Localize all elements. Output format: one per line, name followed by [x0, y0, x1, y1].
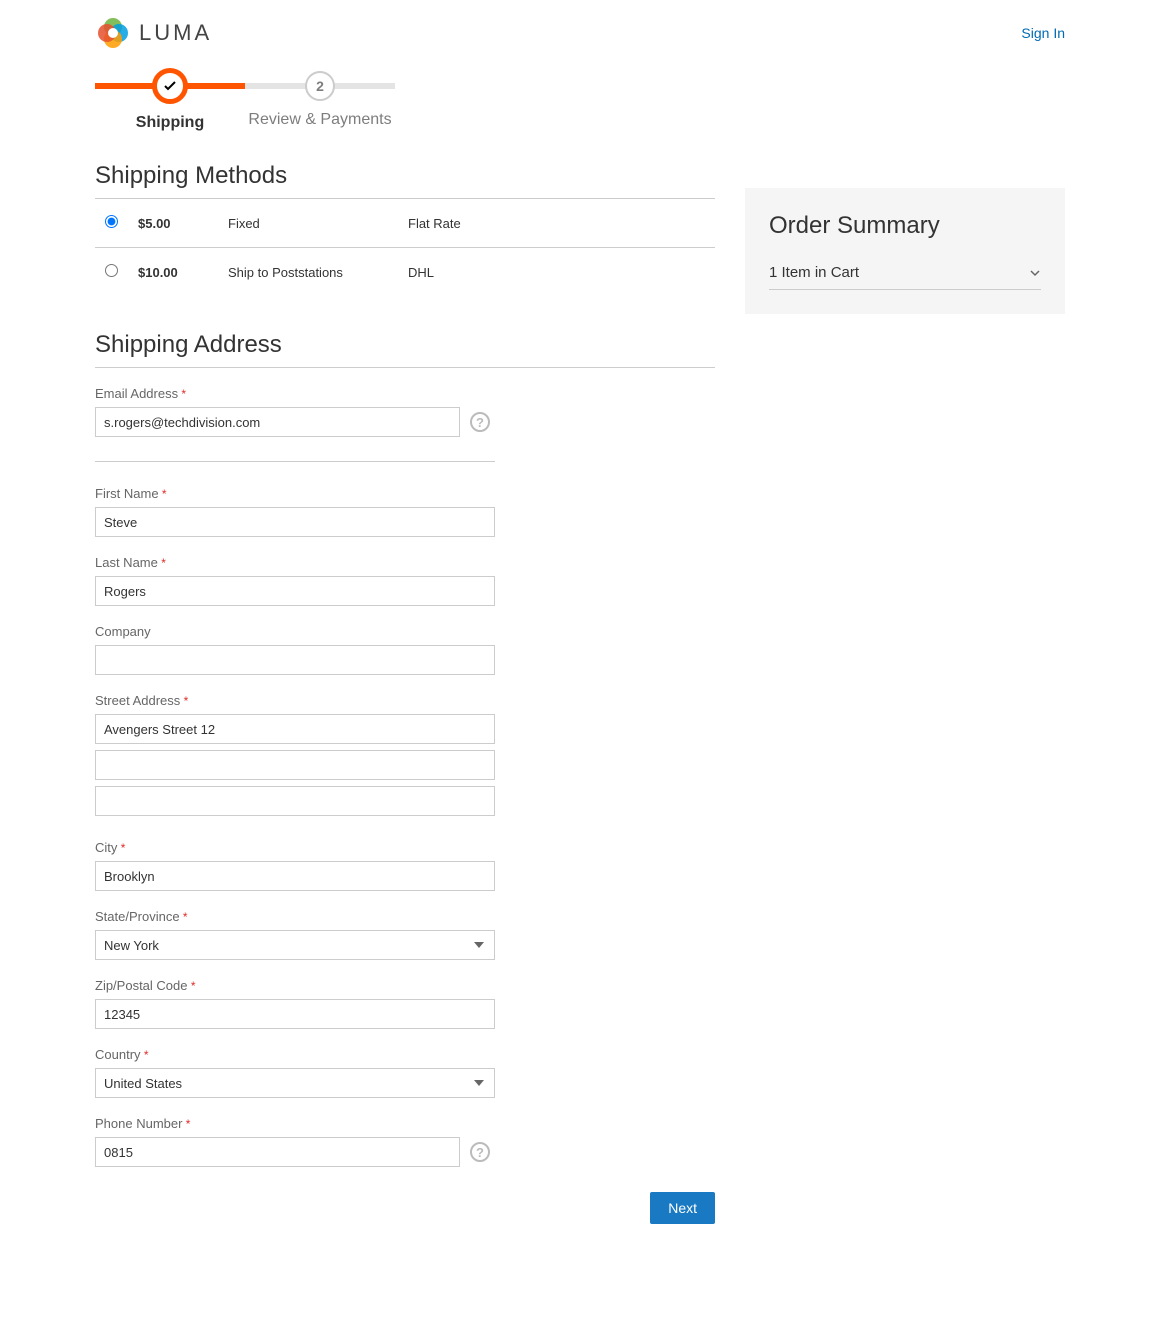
phone-label: Phone Number — [95, 1116, 715, 1131]
company-label: Company — [95, 624, 715, 639]
progress-label-shipping: Shipping — [136, 114, 204, 132]
chevron-down-icon — [1029, 267, 1041, 279]
company-field[interactable] — [95, 645, 495, 675]
order-summary: Order Summary 1 Item in Cart — [745, 188, 1065, 314]
phone-field[interactable] — [95, 1137, 460, 1167]
shipping-carrier: DHL — [398, 248, 715, 297]
shipping-method-radio[interactable] — [105, 264, 118, 277]
email-field[interactable] — [95, 407, 460, 437]
logo[interactable]: LUMA — [95, 15, 212, 51]
last-name-field[interactable] — [95, 576, 495, 606]
shipping-method-name: Ship to Poststations — [218, 248, 398, 297]
city-field[interactable] — [95, 861, 495, 891]
progress-label-review: Review & Payments — [248, 111, 391, 129]
street-field-3[interactable] — [95, 786, 495, 816]
divider — [95, 461, 495, 462]
zip-label: Zip/Postal Code — [95, 978, 715, 993]
cart-items-count: 1 Item in Cart — [769, 264, 859, 281]
help-icon[interactable]: ? — [470, 1142, 490, 1162]
order-summary-title: Order Summary — [769, 212, 1041, 240]
shipping-method-row[interactable]: $5.00 Fixed Flat Rate — [95, 199, 715, 248]
luma-logo-icon — [95, 15, 131, 51]
city-label: City — [95, 840, 715, 855]
last-name-label: Last Name — [95, 555, 715, 570]
shipping-methods-title: Shipping Methods — [95, 162, 715, 199]
country-label: Country — [95, 1047, 715, 1062]
country-select[interactable]: United States — [95, 1068, 495, 1098]
shipping-method-radio[interactable] — [105, 215, 118, 228]
state-select[interactable]: New York — [95, 930, 495, 960]
street-field-2[interactable] — [95, 750, 495, 780]
header: LUMA Sign In — [95, 15, 1065, 51]
email-label: Email Address — [95, 386, 715, 401]
progress-step-review[interactable]: 2 Review & Payments — [245, 71, 395, 129]
first-name-field[interactable] — [95, 507, 495, 537]
zip-field[interactable] — [95, 999, 495, 1029]
shipping-price: $5.00 — [128, 199, 218, 248]
next-button[interactable]: Next — [650, 1192, 715, 1224]
street-label: Street Address — [95, 693, 715, 708]
check-icon — [163, 79, 177, 93]
first-name-label: First Name — [95, 486, 715, 501]
shipping-method-row[interactable]: $10.00 Ship to Poststations DHL — [95, 248, 715, 297]
shipping-methods-table: $5.00 Fixed Flat Rate $10.00 Ship to Pos… — [95, 199, 715, 296]
cart-items-toggle[interactable]: 1 Item in Cart — [769, 256, 1041, 290]
brand-text: LUMA — [139, 20, 212, 46]
shipping-method-name: Fixed — [218, 199, 398, 248]
progress-circle-check — [152, 68, 188, 104]
sign-in-link[interactable]: Sign In — [1021, 25, 1065, 41]
progress-step-shipping[interactable]: Shipping — [95, 71, 245, 132]
shipping-address-title: Shipping Address — [95, 331, 715, 368]
state-label: State/Province — [95, 909, 715, 924]
help-icon[interactable]: ? — [470, 412, 490, 432]
progress-circle-2: 2 — [305, 71, 335, 101]
shipping-carrier: Flat Rate — [398, 199, 715, 248]
shipping-price: $10.00 — [128, 248, 218, 297]
checkout-progress: Shipping 2 Review & Payments — [95, 71, 1065, 132]
street-field-1[interactable] — [95, 714, 495, 744]
